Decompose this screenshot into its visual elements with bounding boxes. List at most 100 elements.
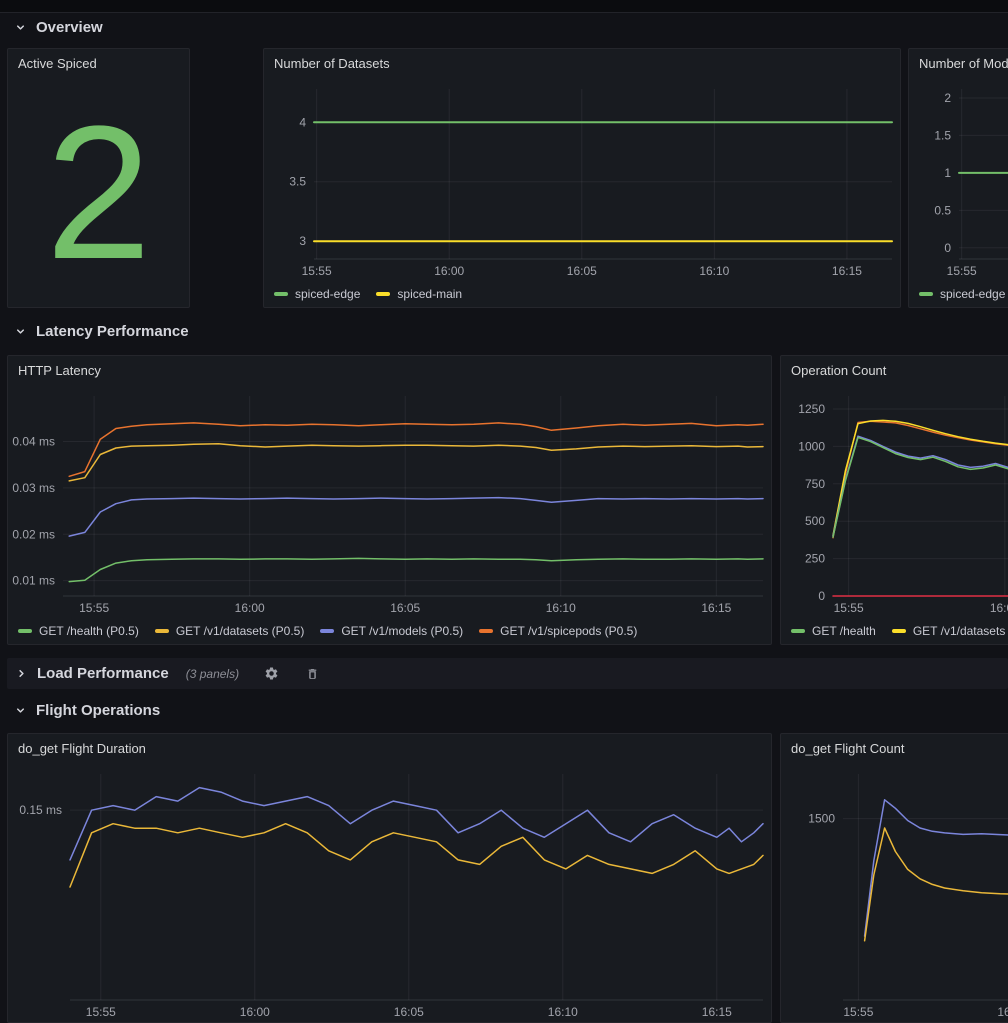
chevron-down-icon [14, 21, 27, 34]
legend-label: GET /health [812, 624, 876, 638]
panel-title[interactable]: do_get Flight Count [781, 734, 1008, 764]
legend-item[interactable]: GET /v1/models (P0.5) [320, 624, 463, 638]
legend-item[interactable]: GET /health [791, 624, 876, 638]
panel-title[interactable]: Operation Count [781, 356, 1008, 386]
legend-item[interactable]: spiced-main [376, 287, 462, 301]
legend-item[interactable]: spiced-edge [919, 287, 1005, 301]
section-header-flight-operations[interactable]: Flight Operations [14, 699, 160, 721]
svg-text:16:05: 16:05 [394, 1005, 424, 1019]
svg-text:3.5: 3.5 [289, 175, 306, 189]
models-chart[interactable]: 21.510.5015:5516:0016:0516:1016:15 [909, 79, 1008, 281]
svg-text:16:15: 16:15 [832, 264, 862, 278]
svg-text:15:55: 15:55 [843, 1005, 873, 1019]
legend-item[interactable]: spiced-edge [274, 287, 360, 301]
panels-count-note: (3 panels) [186, 667, 239, 681]
legend-swatch [791, 629, 805, 633]
legend-label: spiced-edge [940, 287, 1005, 301]
row-settings-button[interactable] [262, 664, 281, 683]
legend-label: GET /v1/models (P0.5) [341, 624, 463, 638]
svg-text:15:55: 15:55 [79, 601, 109, 615]
legend-swatch [155, 629, 169, 633]
chart-legend: GET /health (P0.5) GET /v1/datasets (P0.5… [8, 618, 771, 644]
panel-do-get-flight-duration: do_get Flight Duration 0.15 ms 15:55 16:00… [7, 733, 772, 1023]
svg-text:0.02 ms: 0.02 ms [12, 527, 55, 541]
svg-text:0.15 ms: 0.15 ms [19, 803, 62, 817]
stat-value: 2 [8, 79, 189, 307]
section-header-latency-performance[interactable]: Latency Performance [14, 320, 189, 342]
svg-text:750: 750 [805, 477, 825, 491]
panel-title[interactable]: Number of Datasets [264, 49, 900, 79]
legend-item[interactable]: GET /health (P0.5) [18, 624, 139, 638]
flight-duration-chart[interactable]: 0.15 ms15:5516:0016:0516:1016:15 [8, 764, 771, 1022]
svg-text:0.03 ms: 0.03 ms [12, 481, 55, 495]
legend-swatch [919, 292, 933, 296]
svg-text:250: 250 [805, 552, 825, 566]
panel-number-of-datasets: Number of Datasets 43.5315:5516:0016:051… [263, 48, 901, 308]
legend-item[interactable]: GET /v1/datasets (P0.5) [155, 624, 305, 638]
chart-legend: GET /health GET /v1/datasets [781, 618, 1008, 644]
svg-text:15:55: 15:55 [86, 1005, 116, 1019]
svg-text:16:00: 16:00 [240, 1005, 270, 1019]
legend-label: GET /v1/datasets (P0.5) [176, 624, 305, 638]
http-latency-chart[interactable]: 0.04 ms0.03 ms0.02 ms0.01 ms15:5516:0016… [8, 386, 771, 618]
legend-swatch [479, 629, 493, 633]
panel-do-get-flight-count: do_get Flight Count 150015:5516:0016:051… [780, 733, 1008, 1023]
operation-count-chart[interactable]: 12501000750500250015:5516:0016:0516:1016… [781, 386, 1008, 618]
legend-item[interactable]: GET /v1/spicepods (P0.5) [479, 624, 637, 638]
section-header-overview[interactable]: Overview [14, 16, 103, 38]
svg-text:0: 0 [818, 589, 825, 603]
legend-label: GET /v1/datasets [913, 624, 1006, 638]
legend-label: GET /v1/spicepods (P0.5) [500, 624, 637, 638]
flight-count-chart[interactable]: 150015:5516:0016:0516:1016:15 [781, 764, 1008, 1022]
legend-label: GET /health (P0.5) [39, 624, 139, 638]
datasets-chart[interactable]: 43.5315:5516:0016:0516:1016:15 [264, 79, 900, 281]
panel-title[interactable]: Number of Models [909, 49, 1008, 79]
svg-text:16:10: 16:10 [546, 601, 576, 615]
panel-active-spiced: Active Spiced 2 [7, 48, 190, 308]
chevron-right-icon [15, 667, 28, 680]
svg-text:1: 1 [944, 166, 951, 180]
panel-title[interactable]: Active Spiced [8, 49, 189, 79]
top-toolbar [0, 0, 1008, 13]
chart-legend: spiced-edge spiced-main [264, 281, 900, 307]
svg-text:1.5: 1.5 [934, 128, 951, 142]
trash-icon [306, 667, 319, 681]
chart-legend: spiced-edge [909, 281, 1008, 307]
svg-text:500: 500 [805, 514, 825, 528]
panel-title[interactable]: HTTP Latency [8, 356, 771, 386]
svg-text:1500: 1500 [808, 812, 835, 826]
section-header-load-performance[interactable]: Load Performance (3 panels) [7, 658, 1008, 689]
svg-text:15:55: 15:55 [947, 264, 977, 278]
legend-label: spiced-main [397, 287, 462, 301]
svg-text:2: 2 [944, 91, 951, 105]
svg-text:16:15: 16:15 [701, 601, 731, 615]
svg-text:16:05: 16:05 [567, 264, 597, 278]
row-delete-button[interactable] [304, 665, 321, 683]
legend-swatch [320, 629, 334, 633]
svg-text:16:00: 16:00 [990, 601, 1008, 615]
legend-item[interactable]: GET /v1/datasets [892, 624, 1006, 638]
svg-text:15:55: 15:55 [302, 264, 332, 278]
legend-swatch [18, 629, 32, 633]
svg-text:0.01 ms: 0.01 ms [12, 574, 55, 588]
section-title: Load Performance [37, 665, 169, 682]
svg-text:16:05: 16:05 [390, 601, 420, 615]
chevron-down-icon [14, 704, 27, 717]
svg-text:3: 3 [299, 234, 306, 248]
svg-text:16:10: 16:10 [699, 264, 729, 278]
svg-text:16:10: 16:10 [548, 1005, 578, 1019]
panel-title[interactable]: do_get Flight Duration [8, 734, 771, 764]
svg-text:1000: 1000 [798, 439, 825, 453]
gear-icon [264, 666, 279, 681]
svg-text:1250: 1250 [798, 402, 825, 416]
legend-swatch [376, 292, 390, 296]
svg-text:15:55: 15:55 [834, 601, 864, 615]
svg-text:4: 4 [299, 115, 306, 129]
legend-label: spiced-edge [295, 287, 360, 301]
legend-swatch [892, 629, 906, 633]
section-title: Overview [36, 19, 103, 36]
chevron-down-icon [14, 325, 27, 338]
section-title: Flight Operations [36, 702, 160, 719]
legend-swatch [274, 292, 288, 296]
panel-number-of-models: Number of Models 21.510.5015:5516:0016:0… [908, 48, 1008, 308]
